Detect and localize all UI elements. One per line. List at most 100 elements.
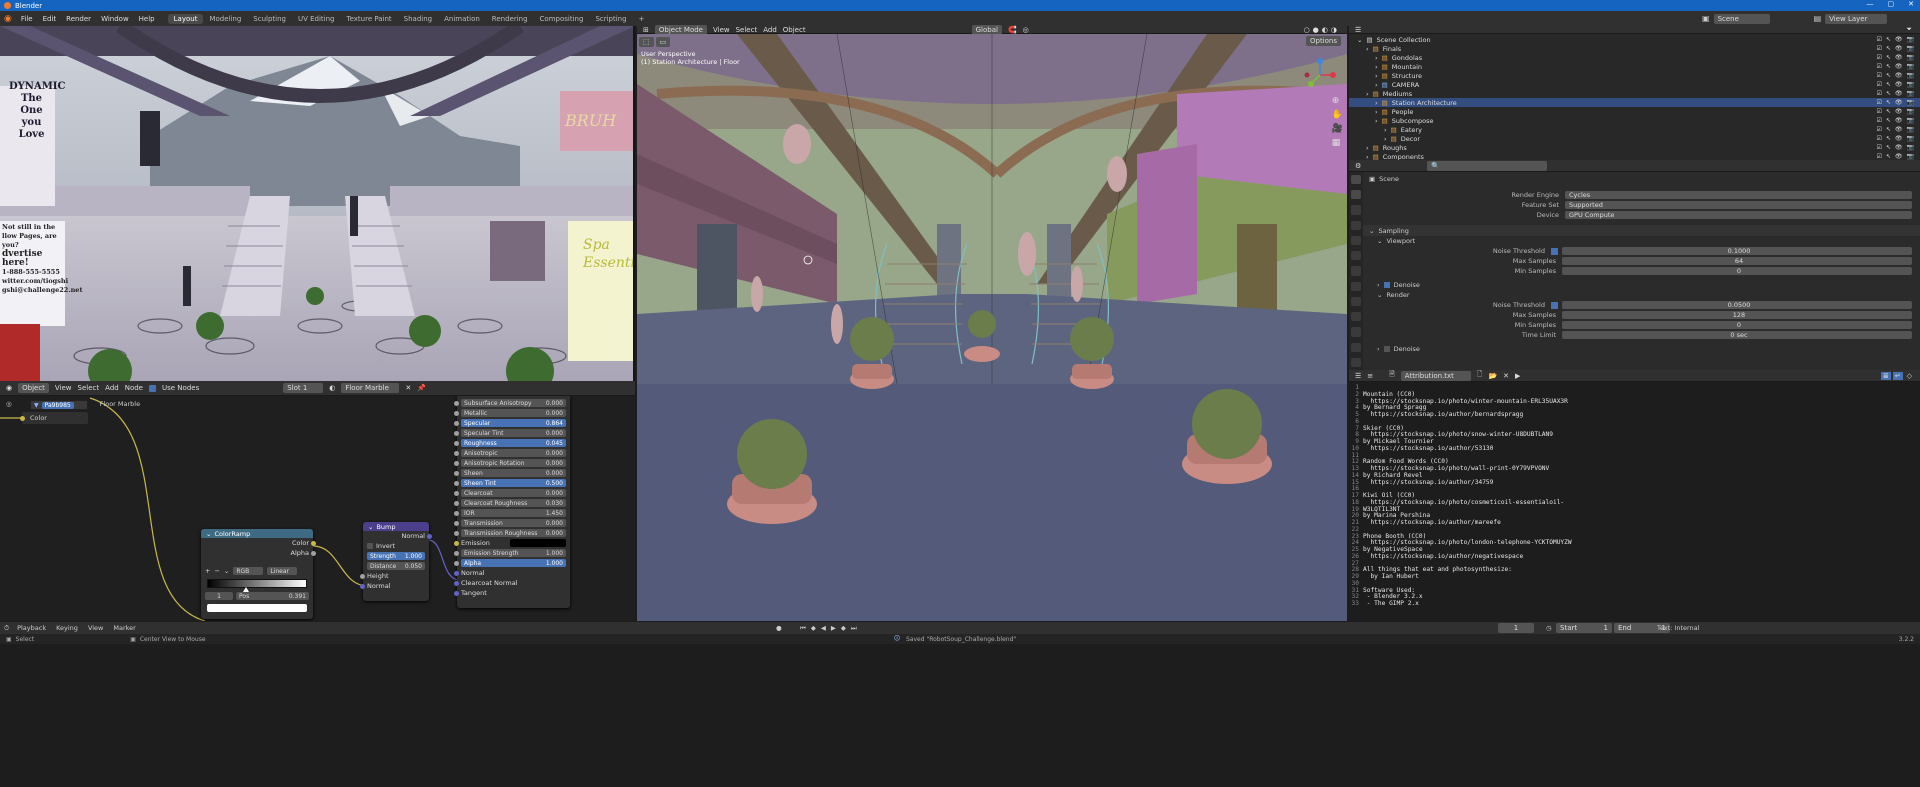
zoom-icon[interactable]: ⊕ xyxy=(1332,96,1343,106)
outliner-item[interactable]: › ▤ Subcompose ☑ ↖ 👁 📷 xyxy=(1349,116,1920,125)
vp-max-field[interactable]: 64 xyxy=(1562,257,1912,265)
bsdf-value-field[interactable]: Sheen Tint 0.500 xyxy=(461,479,566,487)
tab-layout[interactable]: Layout xyxy=(167,13,204,24)
options-button[interactable]: Options xyxy=(1305,36,1341,46)
line-numbers-toggle-icon[interactable]: ≣ xyxy=(1880,371,1891,380)
input-socket-icon[interactable] xyxy=(454,461,459,466)
checkbox-icon[interactable]: ☑ xyxy=(1876,45,1881,52)
jump-start-icon[interactable]: ⏮ xyxy=(800,624,806,633)
camera-view-icon[interactable]: 🎥 xyxy=(1332,124,1343,134)
eye-icon[interactable]: 👁 xyxy=(1895,117,1903,124)
input-socket-icon[interactable] xyxy=(454,551,459,556)
add-stop-icon[interactable]: + xyxy=(205,567,210,575)
disclosure-icon[interactable]: › xyxy=(1375,81,1378,89)
checkbox-icon[interactable]: ☑ xyxy=(1876,126,1881,133)
r-min-field[interactable]: 0 xyxy=(1562,321,1912,329)
disclosure-icon[interactable]: › xyxy=(1384,126,1387,134)
world-tab-icon[interactable] xyxy=(1351,251,1361,261)
shader-node-editor[interactable]: ◎ Floor Marble ▼ Pa9b985 Color ⌄ ColorRa… xyxy=(0,396,635,621)
material-tab-icon[interactable] xyxy=(1351,357,1361,368)
render-engine-select[interactable]: Cycles xyxy=(1565,191,1912,199)
camera-render-icon[interactable]: 📷 xyxy=(1907,108,1914,115)
input-socket-icon[interactable] xyxy=(454,421,459,426)
viewport-menu-select[interactable]: Select xyxy=(736,26,758,34)
time-limit-field[interactable]: 0 sec xyxy=(1562,331,1912,339)
start-frame-field[interactable]: Start 1 xyxy=(1556,623,1612,633)
checkbox-icon[interactable]: ☑ xyxy=(1876,90,1881,97)
text-file-selector[interactable]: Attribution.txt xyxy=(1400,370,1471,381)
bsdf-value-field[interactable]: Clearcoat Roughness 0.030 xyxy=(461,499,566,507)
eye-icon[interactable]: 👁 xyxy=(1895,99,1903,106)
eye-icon[interactable]: 👁 xyxy=(1895,45,1903,52)
camera-render-icon[interactable]: 📷 xyxy=(1907,36,1914,43)
text-editor-menu-icon[interactable]: ≡ xyxy=(1367,372,1373,380)
editor-type-icon[interactable]: ⊞ xyxy=(643,26,649,34)
camera-render-icon[interactable]: 📷 xyxy=(1907,144,1914,151)
record-icon[interactable]: ● xyxy=(776,624,782,632)
color-socket-icon[interactable] xyxy=(20,416,25,421)
outliner-item[interactable]: › ▤ CAMERA ☑ ↖ 👁 📷 xyxy=(1349,80,1920,89)
modifier-tab-icon[interactable] xyxy=(1351,281,1361,291)
bsdf-value-field[interactable]: Subsurface Anisotropy 0.000 xyxy=(461,399,566,407)
select-arrow-icon[interactable]: ↖ xyxy=(1886,144,1891,151)
strength-field[interactable]: Strength 1.000 xyxy=(367,552,425,560)
outliner-editor-icon[interactable]: ☰ xyxy=(1355,26,1361,34)
word-wrap-toggle-icon[interactable]: ↵ xyxy=(1892,371,1903,380)
outliner-item[interactable]: › ▤ Gondolas ☑ ↖ 👁 📷 xyxy=(1349,53,1920,62)
data-tab-icon[interactable] xyxy=(1351,342,1361,352)
bump-header[interactable]: ⌄ Bump xyxy=(363,522,429,531)
color-ramp-bar[interactable] xyxy=(207,579,307,592)
camera-render-icon[interactable]: 📷 xyxy=(1907,81,1914,88)
outliner-item[interactable]: › ▤ People ☑ ↖ 👁 📷 xyxy=(1349,107,1920,116)
checkbox-icon[interactable]: ☑ xyxy=(1876,117,1881,124)
checkbox-icon[interactable] xyxy=(1551,247,1558,255)
feature-set-select[interactable]: Supported xyxy=(1565,201,1912,209)
jump-end-icon[interactable]: ⏭ xyxy=(851,624,857,633)
select-arrow-icon[interactable]: ↖ xyxy=(1886,54,1891,61)
bsdf-value-field[interactable]: Transmission 0.000 xyxy=(461,519,566,527)
checkbox-icon[interactable]: ☑ xyxy=(1876,144,1881,151)
menu-help[interactable]: Help xyxy=(134,15,160,23)
constraints-tab-icon[interactable] xyxy=(1351,327,1361,337)
use-nodes-checkbox[interactable] xyxy=(149,384,156,392)
shader-type-selector[interactable]: Object xyxy=(18,383,49,393)
bsdf-value-field[interactable]: Anisotropic 0.000 xyxy=(461,449,566,457)
output-socket-icon[interactable] xyxy=(427,534,432,539)
sampling-panel-header[interactable]: ⌄ Sampling xyxy=(1363,225,1920,236)
view-layer-selector[interactable]: View Layer xyxy=(1825,13,1888,24)
node-editor-type-icon[interactable]: ◉ xyxy=(6,384,12,392)
bump-node[interactable]: ⌄ Bump Normal Invert Strength 1.000 Dist… xyxy=(360,522,432,601)
proportional-edit-icon[interactable]: ◎ xyxy=(1023,26,1029,34)
prev-key-icon[interactable]: ◆ xyxy=(811,624,816,633)
open-text-icon[interactable]: 📂 xyxy=(1488,372,1497,380)
invert-checkbox[interactable] xyxy=(367,543,373,549)
mode-selector[interactable]: Object Mode xyxy=(654,24,707,35)
color-mode-select[interactable]: RGB xyxy=(233,567,264,575)
bsdf-value-field[interactable]: Specular 0.864 xyxy=(461,419,566,427)
snap-icon[interactable]: 🧲 xyxy=(1008,26,1017,34)
unlink-material-icon[interactable]: ✕ xyxy=(405,384,411,392)
menu-render[interactable]: Render xyxy=(61,15,96,23)
disclosure-icon[interactable]: › xyxy=(1375,63,1378,71)
checkbox-icon[interactable]: ☑ xyxy=(1876,72,1881,79)
eye-icon[interactable]: 👁 xyxy=(1895,135,1903,142)
render-subpanel-header[interactable]: ⌄ Render xyxy=(1363,290,1920,300)
eye-icon[interactable]: 👁 xyxy=(1895,54,1903,61)
camera-render-icon[interactable]: 📷 xyxy=(1907,90,1914,97)
eye-icon[interactable]: 👁 xyxy=(1895,108,1903,115)
object-tab-icon[interactable] xyxy=(1351,266,1361,276)
select-arrow-icon[interactable]: ↖ xyxy=(1886,117,1891,124)
eye-icon[interactable]: 👁 xyxy=(1895,90,1903,97)
interpolation-select[interactable]: Linear xyxy=(267,567,298,575)
disclosure-icon[interactable]: › xyxy=(1375,99,1378,107)
r-noise-field[interactable]: 0.0500 xyxy=(1562,301,1912,309)
pan-icon[interactable]: ✋ xyxy=(1332,110,1343,120)
navigation-gizmo[interactable] xyxy=(1303,58,1337,92)
outliner-item[interactable]: ⌄ ▤ Scene Collection ☑ ↖ 👁 📷 xyxy=(1349,35,1920,44)
output-tab-icon[interactable] xyxy=(1351,205,1361,215)
outliner-item[interactable]: › ▤ Roughs ☑ ↖ 👁 📷 xyxy=(1349,143,1920,152)
select-arrow-icon[interactable]: ↖ xyxy=(1886,45,1891,52)
select-arrow-icon[interactable]: ↖ xyxy=(1886,72,1891,79)
disclosure-icon[interactable]: › xyxy=(1375,108,1378,116)
checkbox-icon[interactable]: ☑ xyxy=(1876,153,1881,160)
